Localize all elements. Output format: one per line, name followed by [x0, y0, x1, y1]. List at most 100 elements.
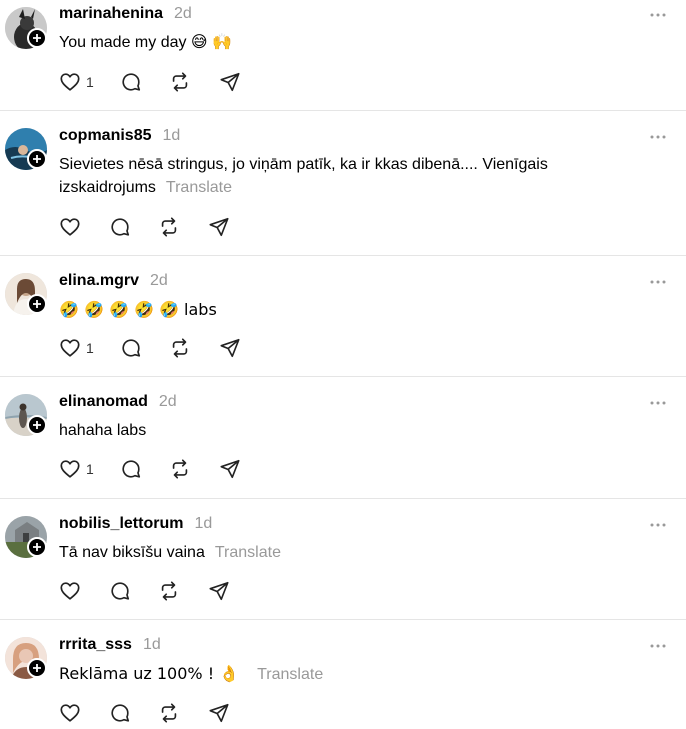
more-dots-icon	[650, 644, 666, 648]
avatar[interactable]	[5, 128, 47, 170]
translate-link[interactable]: Translate	[257, 666, 323, 683]
comment-text: 🤣 🤣 🤣 🤣 🤣 labs	[59, 298, 659, 322]
action-bar	[59, 215, 229, 239]
action-bar	[59, 579, 229, 603]
reply-button[interactable]	[109, 701, 131, 725]
comment-icon	[122, 73, 141, 91]
repost-icon	[161, 703, 177, 723]
username[interactable]: marinahenina	[59, 5, 163, 23]
comment-text: Sievietes nēsā stringus, jo viņām patīk,…	[59, 153, 579, 199]
like-button[interactable]	[59, 215, 109, 239]
comment-text: hahaha labs	[59, 419, 659, 442]
heart-icon	[60, 460, 80, 478]
action-bar: 1	[59, 457, 240, 481]
comment: nobilis_lettorum 1d Tā nav biksīšu vaina T…	[0, 499, 686, 619]
more-button[interactable]	[646, 127, 670, 147]
repost-icon	[172, 459, 188, 479]
follow-button[interactable]	[27, 415, 47, 435]
avatar[interactable]	[5, 637, 47, 679]
comment-icon	[111, 218, 130, 236]
more-dots-icon	[650, 401, 666, 405]
send-icon	[209, 581, 229, 601]
more-button[interactable]	[646, 636, 670, 656]
share-button[interactable]	[219, 457, 241, 481]
follow-button[interactable]	[27, 537, 47, 557]
comment: elinanomad 2d hahaha labs 1	[0, 377, 686, 498]
repost-icon	[161, 581, 177, 601]
follow-button[interactable]	[27, 28, 47, 48]
timestamp: 1d	[142, 636, 161, 653]
action-bar: 1	[59, 336, 240, 360]
timestamp: 2d	[158, 393, 177, 410]
like-count: 1	[86, 461, 94, 477]
avatar[interactable]	[5, 273, 47, 315]
share-button[interactable]	[208, 579, 230, 603]
more-button[interactable]	[646, 5, 670, 25]
username[interactable]: elina.mgrv	[59, 272, 139, 290]
username[interactable]: nobilis_lettorum	[59, 515, 183, 533]
more-button[interactable]	[646, 515, 670, 535]
follow-button[interactable]	[27, 149, 47, 169]
more-button[interactable]	[646, 272, 670, 292]
avatar[interactable]	[5, 394, 47, 436]
comment: marinahenina 2d You made my day 😅 🙌 1	[0, 0, 686, 111]
comment-icon	[111, 704, 130, 722]
reply-button[interactable]	[120, 70, 142, 94]
comment-text: Tā nav biksīšu vaina Translate	[59, 541, 659, 564]
timestamp: 1d	[194, 515, 213, 532]
comment-body: You made my day 😅 🙌	[59, 34, 232, 51]
like-button[interactable]: 1	[59, 70, 109, 94]
username[interactable]: rrrita_sss	[59, 636, 132, 654]
like-count: 1	[86, 340, 94, 356]
repost-icon	[161, 217, 177, 237]
username[interactable]: copmanis85	[59, 127, 151, 145]
comment-body: 🤣 🤣 🤣 🤣 🤣 labs	[59, 300, 217, 319]
translate-link[interactable]: Translate	[166, 179, 232, 196]
plus-icon	[33, 664, 41, 672]
follow-button[interactable]	[27, 658, 47, 678]
reply-button[interactable]	[109, 579, 131, 603]
more-button[interactable]	[646, 393, 670, 413]
avatar[interactable]	[5, 7, 47, 49]
repost-button[interactable]	[158, 701, 180, 725]
share-button[interactable]	[219, 70, 241, 94]
like-button[interactable]	[59, 579, 109, 603]
follow-button[interactable]	[27, 294, 47, 314]
comment-icon	[122, 460, 141, 478]
repost-button[interactable]	[169, 336, 191, 360]
send-icon	[209, 703, 229, 723]
share-button[interactable]	[208, 215, 230, 239]
username[interactable]: elinanomad	[59, 393, 148, 411]
action-bar	[59, 701, 229, 725]
repost-button[interactable]	[169, 70, 191, 94]
comment-icon	[122, 339, 141, 357]
share-button[interactable]	[208, 701, 230, 725]
reply-button[interactable]	[120, 457, 142, 481]
more-dots-icon	[650, 280, 666, 284]
more-dots-icon	[650, 523, 666, 527]
plus-icon	[33, 34, 41, 42]
reply-button[interactable]	[120, 336, 142, 360]
like-button[interactable]: 1	[59, 336, 109, 360]
comment-body: Sievietes nēsā stringus, jo viņām patīk,…	[59, 156, 548, 196]
repost-button[interactable]	[169, 457, 191, 481]
action-bar: 1	[59, 70, 240, 94]
repost-button[interactable]	[158, 215, 180, 239]
repost-button[interactable]	[158, 579, 180, 603]
plus-icon	[33, 421, 41, 429]
translate-link[interactable]: Translate	[215, 544, 281, 561]
avatar[interactable]	[5, 516, 47, 558]
more-dots-icon	[650, 135, 666, 139]
share-button[interactable]	[219, 336, 241, 360]
like-button[interactable]: 1	[59, 457, 109, 481]
reply-button[interactable]	[109, 215, 131, 239]
send-icon	[220, 72, 240, 92]
repost-icon	[172, 338, 188, 358]
comment: elina.mgrv 2d 🤣 🤣 🤣 🤣 🤣 labs 1	[0, 256, 686, 376]
like-button[interactable]	[59, 701, 109, 725]
plus-icon	[33, 155, 41, 163]
send-icon	[220, 338, 240, 358]
send-icon	[209, 217, 229, 237]
timestamp: 2d	[174, 5, 192, 22]
heart-icon	[60, 704, 80, 722]
